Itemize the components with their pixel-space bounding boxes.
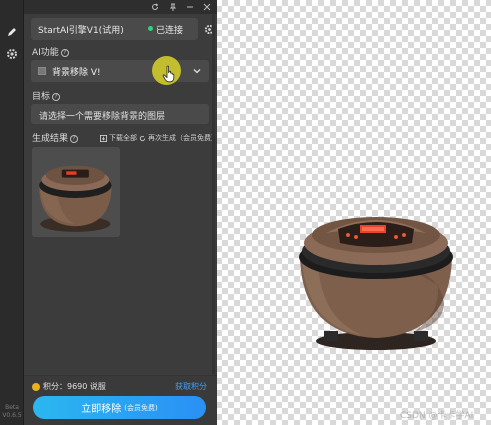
ai-function-select[interactable]: 背景移除 V! (31, 60, 209, 82)
pencil-icon (8, 28, 16, 36)
close-button[interactable] (202, 2, 212, 12)
settings-tool-button[interactable] (4, 46, 20, 62)
brush-tool-button[interactable] (4, 24, 20, 40)
regenerate-label: 再次生成（会员免费） (148, 134, 218, 142)
version-number: V0.6.5 (2, 412, 22, 419)
remove-now-sublabel: (会员免费) (124, 403, 158, 412)
points-balance: 积分：9690 说服 (43, 382, 106, 391)
download-icon (100, 134, 107, 142)
results-label: 生成结果? (32, 131, 79, 144)
rice-cooker-image (299, 217, 453, 350)
refresh-icon (152, 3, 159, 10)
gear-icon (7, 49, 17, 59)
ai-function-value: 背景移除 V! (52, 68, 101, 78)
pin-icon (169, 3, 177, 11)
watermark-text: CSDN @卡卡学AI (400, 411, 474, 421)
ai-function-label-text: AI功能 (32, 48, 59, 58)
tool-rail: Beta V0.6.5 (0, 0, 24, 425)
version-label: Beta (5, 404, 19, 411)
target-placeholder: 请选择一个需要移除背景的图层 (39, 112, 166, 122)
help-icon[interactable]: ? (60, 49, 69, 57)
engine-selector[interactable]: StartAI引擎V1(试用) 已连接 (31, 18, 198, 40)
get-points-link[interactable]: 获取积分 (175, 381, 207, 392)
regenerate-button[interactable]: 再次生成（会员免费） (139, 133, 218, 143)
results-label-text: 生成结果 (32, 134, 69, 144)
connection-status: 已连接 (156, 26, 184, 36)
refresh-button[interactable] (150, 2, 160, 12)
startai-panel: StartAI引擎V1(试用) 已连接 AI功能? 背景移除 V! 目标? 请选… (24, 0, 218, 425)
engine-name: StartAI引擎V1(试用) (38, 26, 124, 36)
target-label-text: 目标 (32, 92, 51, 102)
rice-cooker-thumbnail-image (39, 165, 112, 232)
download-all-button[interactable]: 下载全部 (100, 133, 137, 143)
panel-scrollbar[interactable] (212, 14, 215, 374)
refresh-icon (139, 135, 146, 141)
remove-now-button[interactable]: 立即移除 (会员免费) (33, 396, 206, 419)
help-icon[interactable]: ? (52, 93, 61, 101)
hand-cursor-icon (162, 65, 175, 83)
panel-titlebar (24, 0, 217, 14)
footer-bar: 积分：9690 说服 获取积分 立即移除 (会员免费) (24, 375, 217, 425)
chevron-down-icon (193, 69, 201, 74)
minimize-button[interactable] (185, 2, 195, 12)
results-header: 生成结果? 下载全部 再次生成（会员免费） (32, 131, 218, 144)
pin-button[interactable] (168, 2, 178, 12)
download-all-label: 下载全部 (109, 134, 137, 142)
result-thumbnail[interactable] (32, 147, 120, 237)
target-layer-field[interactable]: 请选择一个需要移除背景的图层 (31, 104, 209, 124)
minimize-icon (187, 6, 193, 8)
close-icon (203, 3, 211, 11)
coin-icon (32, 383, 40, 391)
help-icon[interactable]: ? (70, 135, 79, 143)
status-dot-icon (148, 26, 153, 31)
function-square-icon (38, 67, 46, 75)
target-label: 目标? (32, 89, 61, 102)
ai-function-label: AI功能? (32, 45, 69, 58)
remove-now-label: 立即移除 (81, 404, 122, 415)
